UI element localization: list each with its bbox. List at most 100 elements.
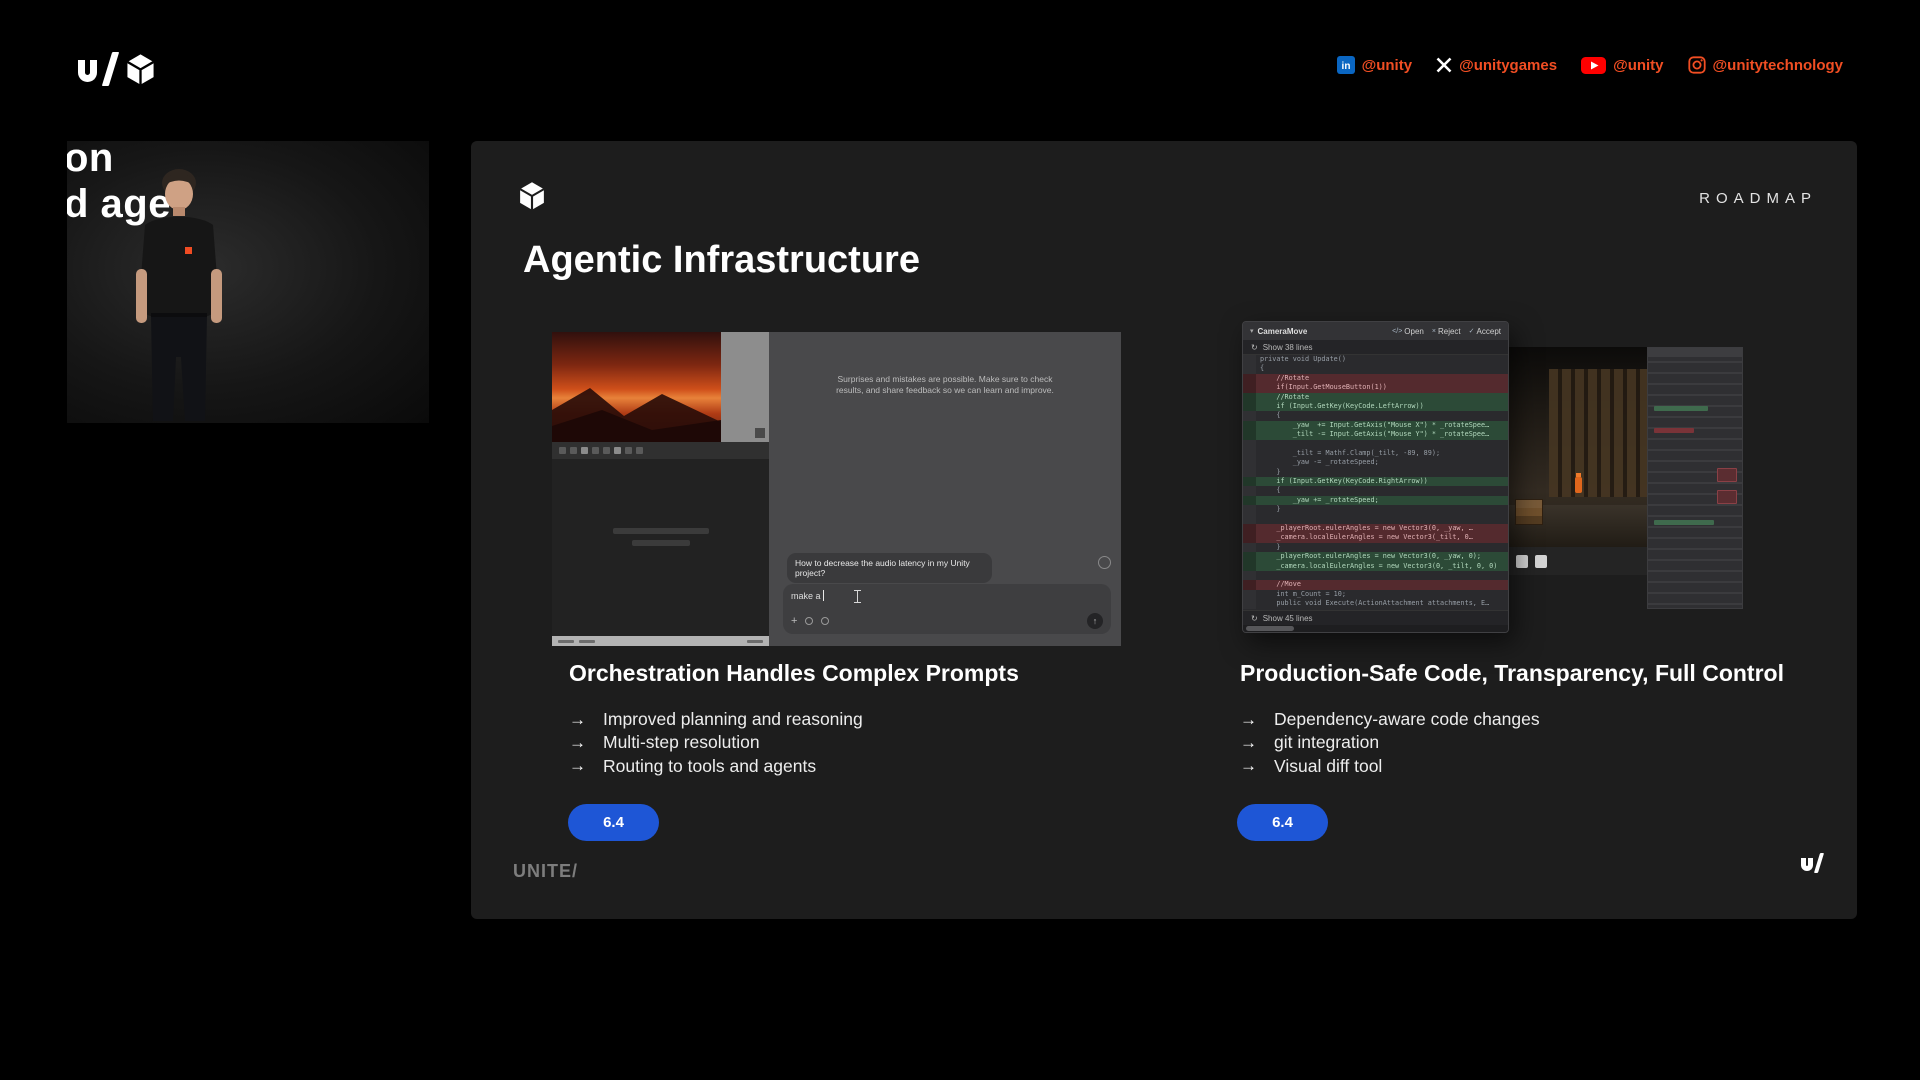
card-heading: Production-Safe Code, Transparency, Full… — [1240, 659, 1830, 687]
social-instagram[interactable]: @unitytechnology — [1688, 56, 1843, 74]
open-button[interactable]: </>Open — [1392, 327, 1424, 336]
code-line: if (Input.GetKey(KeyCode.LeftArrow)) — [1243, 402, 1508, 411]
feature-text: Visual diff tool — [1274, 756, 1382, 777]
code-line: //Move — [1243, 580, 1508, 589]
editor-panel — [552, 442, 769, 646]
arrow-icon: → — [569, 756, 591, 776]
code-line — [1243, 571, 1508, 580]
code-line: _yaw -= _rotateSpeed; — [1243, 458, 1508, 467]
reject-button[interactable]: ×Reject — [1432, 327, 1461, 336]
code-line: int m_Count = 10; — [1243, 590, 1508, 599]
code-line: private void Update() — [1243, 355, 1508, 364]
unity-u-icon — [1801, 858, 1813, 871]
linkedin-icon: in — [1337, 56, 1355, 74]
code-line — [1243, 515, 1508, 524]
feature-item: → Dependency-aware code changes — [1240, 708, 1830, 731]
close-icon: × — [1432, 328, 1436, 335]
feature-item: → Improved planning and reasoning — [569, 708, 1159, 731]
robot-character — [1575, 477, 1582, 493]
chat-input[interactable]: make a + ↑ — [783, 584, 1111, 634]
code-line: { — [1243, 486, 1508, 495]
social-handle: @unity — [1362, 57, 1412, 74]
show-lines-top-button[interactable]: ↻Show 38 lines — [1243, 340, 1508, 355]
code-line — [1243, 440, 1508, 449]
code-line: if(Input.GetMouseButton(1)) — [1243, 383, 1508, 392]
feature-text: Improved planning and reasoning — [603, 709, 863, 730]
code-line: _yaw += Input.GetAxis("Mouse X") * _rota… — [1243, 421, 1508, 430]
code-line: } — [1243, 543, 1508, 552]
svg-text:in: in — [1341, 61, 1350, 72]
unity-logo — [78, 52, 157, 86]
social-handle: @unity — [1613, 57, 1663, 74]
instagram-icon — [1688, 56, 1706, 74]
chevron-down-icon[interactable]: ▾ — [1250, 327, 1254, 335]
history-icon[interactable] — [1098, 556, 1111, 569]
feature-item: → Multi-step resolution — [569, 731, 1159, 754]
code-icon: </> — [1392, 328, 1402, 335]
feature-text: git integration — [1274, 732, 1379, 753]
camera-icon[interactable] — [821, 617, 829, 625]
panel-strip — [721, 332, 769, 442]
screen: in @unity @unitygames @unity @unitytechn… — [0, 0, 1920, 1080]
code-line: } — [1243, 468, 1508, 477]
refresh-icon: ↻ — [1251, 614, 1258, 623]
scrollbar-thumb[interactable] — [1246, 626, 1294, 631]
add-icon[interactable]: + — [791, 616, 797, 627]
code-line: _playerRoot.eulerAngles = new Vector3(0,… — [1243, 552, 1508, 561]
crate — [1515, 499, 1543, 525]
version-badge: 6.4 — [1237, 804, 1328, 841]
ibeam-cursor-icon — [853, 590, 862, 603]
feature-list: → Dependency-aware code changes → git in… — [1240, 708, 1830, 778]
send-button[interactable]: ↑ — [1087, 613, 1103, 629]
file-icon — [1516, 555, 1528, 568]
social-handles: in @unity @unitygames @unity @unitytechn… — [1337, 56, 1843, 74]
card-left: Orchestration Handles Complex Prompts → … — [569, 659, 1159, 778]
diff-header: ▾ CameraMove </>Open ×Reject ✓Accept — [1243, 322, 1508, 340]
code-line: public void Execute(ActionAttachment att… — [1243, 599, 1508, 608]
card-heading: Orchestration Handles Complex Prompts — [569, 659, 1159, 687]
youtube-icon — [1581, 57, 1606, 74]
screenshot-code-diff: ▾ CameraMove </>Open ×Reject ✓Accept ↻Sh… — [1242, 316, 1743, 637]
assistant-disclaimer: Surprises and mistakes are possible. Mak… — [829, 374, 1061, 396]
slide-title: Agentic Infrastructure — [523, 239, 920, 282]
script-inspector-panel — [1647, 347, 1743, 609]
code-line: _camera.localEulerAngles = new Vector3(_… — [1243, 533, 1508, 542]
social-youtube[interactable]: @unity — [1581, 57, 1663, 74]
slide: ROADMAP Agentic Infrastructure Surprise — [471, 141, 1857, 919]
user-message-bubble: How to decrease the audio latency in my … — [787, 553, 992, 583]
code-line: _yaw += _rotateSpeed; — [1243, 496, 1508, 505]
feature-text: Routing to tools and agents — [603, 756, 816, 777]
code-line: //Rotate — [1243, 374, 1508, 383]
feature-item: → Routing to tools and agents — [569, 755, 1159, 778]
social-handle: @unitygames — [1459, 57, 1557, 74]
feature-item: → Visual diff tool — [1240, 755, 1830, 778]
mic-icon[interactable] — [805, 617, 813, 625]
horizontal-scrollbar[interactable] — [1243, 625, 1508, 632]
presenter — [109, 153, 249, 423]
social-handle: @unitytechnology — [1713, 57, 1843, 74]
social-x[interactable]: @unitygames — [1436, 57, 1557, 74]
refresh-icon: ↻ — [1251, 343, 1258, 352]
file-name: CameraMove — [1258, 327, 1308, 336]
editor-toolbar[interactable] — [552, 442, 769, 459]
code-line: _tilt = Mathf.Clamp(_tilt, -89, 89); — [1243, 449, 1508, 458]
social-linkedin[interactable]: in @unity — [1337, 56, 1412, 74]
diff-code: private void Update() { //Rotate if(Inpu… — [1243, 355, 1508, 610]
arrow-icon: → — [569, 710, 591, 730]
scene-3d-view — [1509, 347, 1647, 547]
show-lines-bottom-button[interactable]: ↻Show 45 lines — [1243, 610, 1508, 625]
sunset-image — [552, 332, 721, 442]
accept-button[interactable]: ✓Accept — [1469, 327, 1501, 336]
status-bar — [552, 636, 769, 646]
check-icon: ✓ — [1469, 327, 1475, 335]
arrow-icon: → — [1240, 733, 1262, 753]
unity-cube-icon — [124, 53, 157, 86]
slash-icon — [102, 52, 119, 86]
unite-wordmark: UNITE/ — [513, 861, 578, 882]
placeholder-text-line — [632, 540, 690, 546]
code-line: } — [1243, 505, 1508, 514]
code-line: _playerRoot.eulerAngles = new Vector3(0,… — [1243, 524, 1508, 533]
code-line: _tilt -= Input.GetAxis("Mouse Y") * _rot… — [1243, 430, 1508, 439]
arrow-icon: → — [1240, 756, 1262, 776]
unity-footer-logo — [1801, 853, 1822, 873]
